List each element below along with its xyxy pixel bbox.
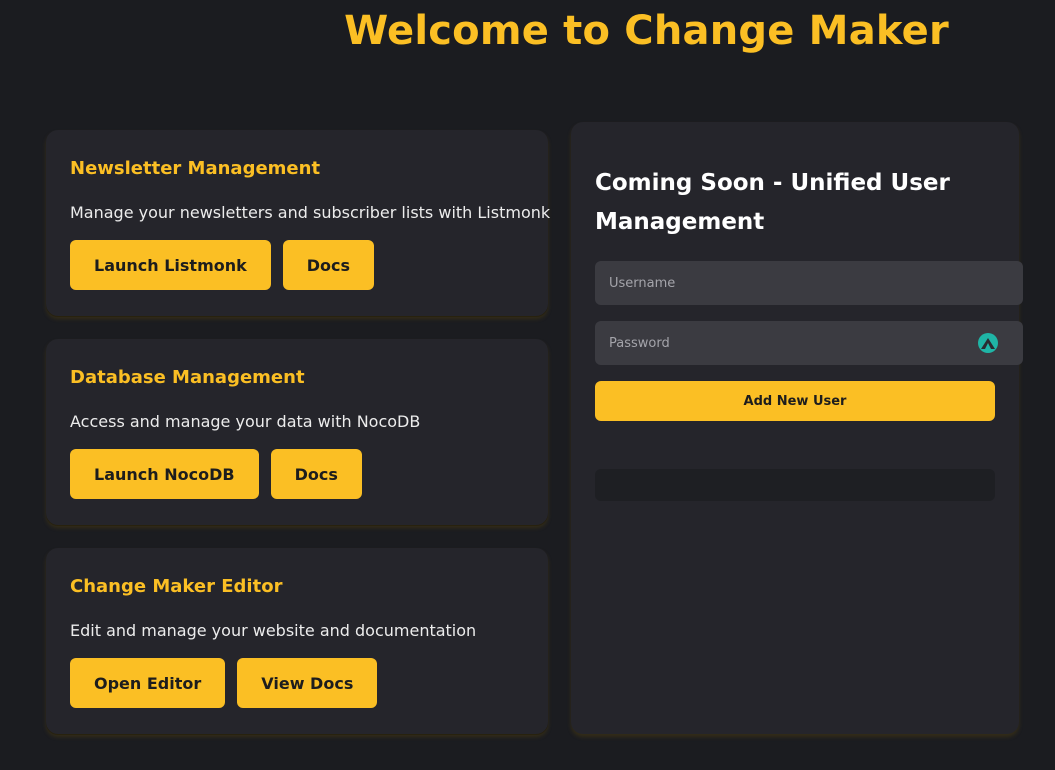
panel-title: Coming Soon - Unified User Management (595, 170, 950, 235)
listmonk-docs-button[interactable]: Docs (282, 240, 375, 290)
add-new-user-button[interactable]: Add New User (595, 381, 995, 421)
dashboard-page: Welcome to Change Maker Newsletter Manag… (0, 0, 1055, 770)
editor-card: Change Maker Editor Edit and manage your… (46, 548, 548, 734)
status-message-box (595, 469, 995, 501)
card-description: Access and manage your data with NocoDB (70, 412, 421, 431)
card-description: Manage your newsletters and subscriber l… (70, 203, 551, 222)
launch-listmonk-button[interactable]: Launch Listmonk (70, 240, 271, 290)
password-input[interactable] (595, 321, 1023, 365)
card-description: Edit and manage your website and documen… (70, 621, 477, 640)
username-input[interactable] (595, 261, 1023, 305)
database-card: Database Management Access and manage yo… (46, 339, 548, 525)
launch-nocodb-button[interactable]: Launch NocoDB (70, 449, 259, 499)
user-management-panel: Coming Soon - Unified User Management Ad… (571, 122, 1023, 734)
card-actions: Launch Listmonk Docs (70, 240, 375, 290)
page-title: Welcome to Change Maker (344, 8, 949, 54)
view-docs-button[interactable]: View Docs (237, 658, 378, 708)
newsletter-card: Newsletter Management Manage your newsle… (46, 130, 551, 316)
card-actions: Launch NocoDB Docs (70, 449, 362, 499)
card-title: Change Maker Editor (70, 576, 283, 597)
card-title: Database Management (70, 367, 305, 388)
password-field-wrapper (595, 321, 1023, 365)
nocodb-docs-button[interactable]: Docs (270, 449, 362, 499)
card-actions: Open Editor View Docs (70, 658, 378, 708)
password-manager-icon[interactable] (977, 332, 999, 354)
card-title: Newsletter Management (70, 158, 321, 179)
open-editor-button[interactable]: Open Editor (70, 658, 226, 708)
